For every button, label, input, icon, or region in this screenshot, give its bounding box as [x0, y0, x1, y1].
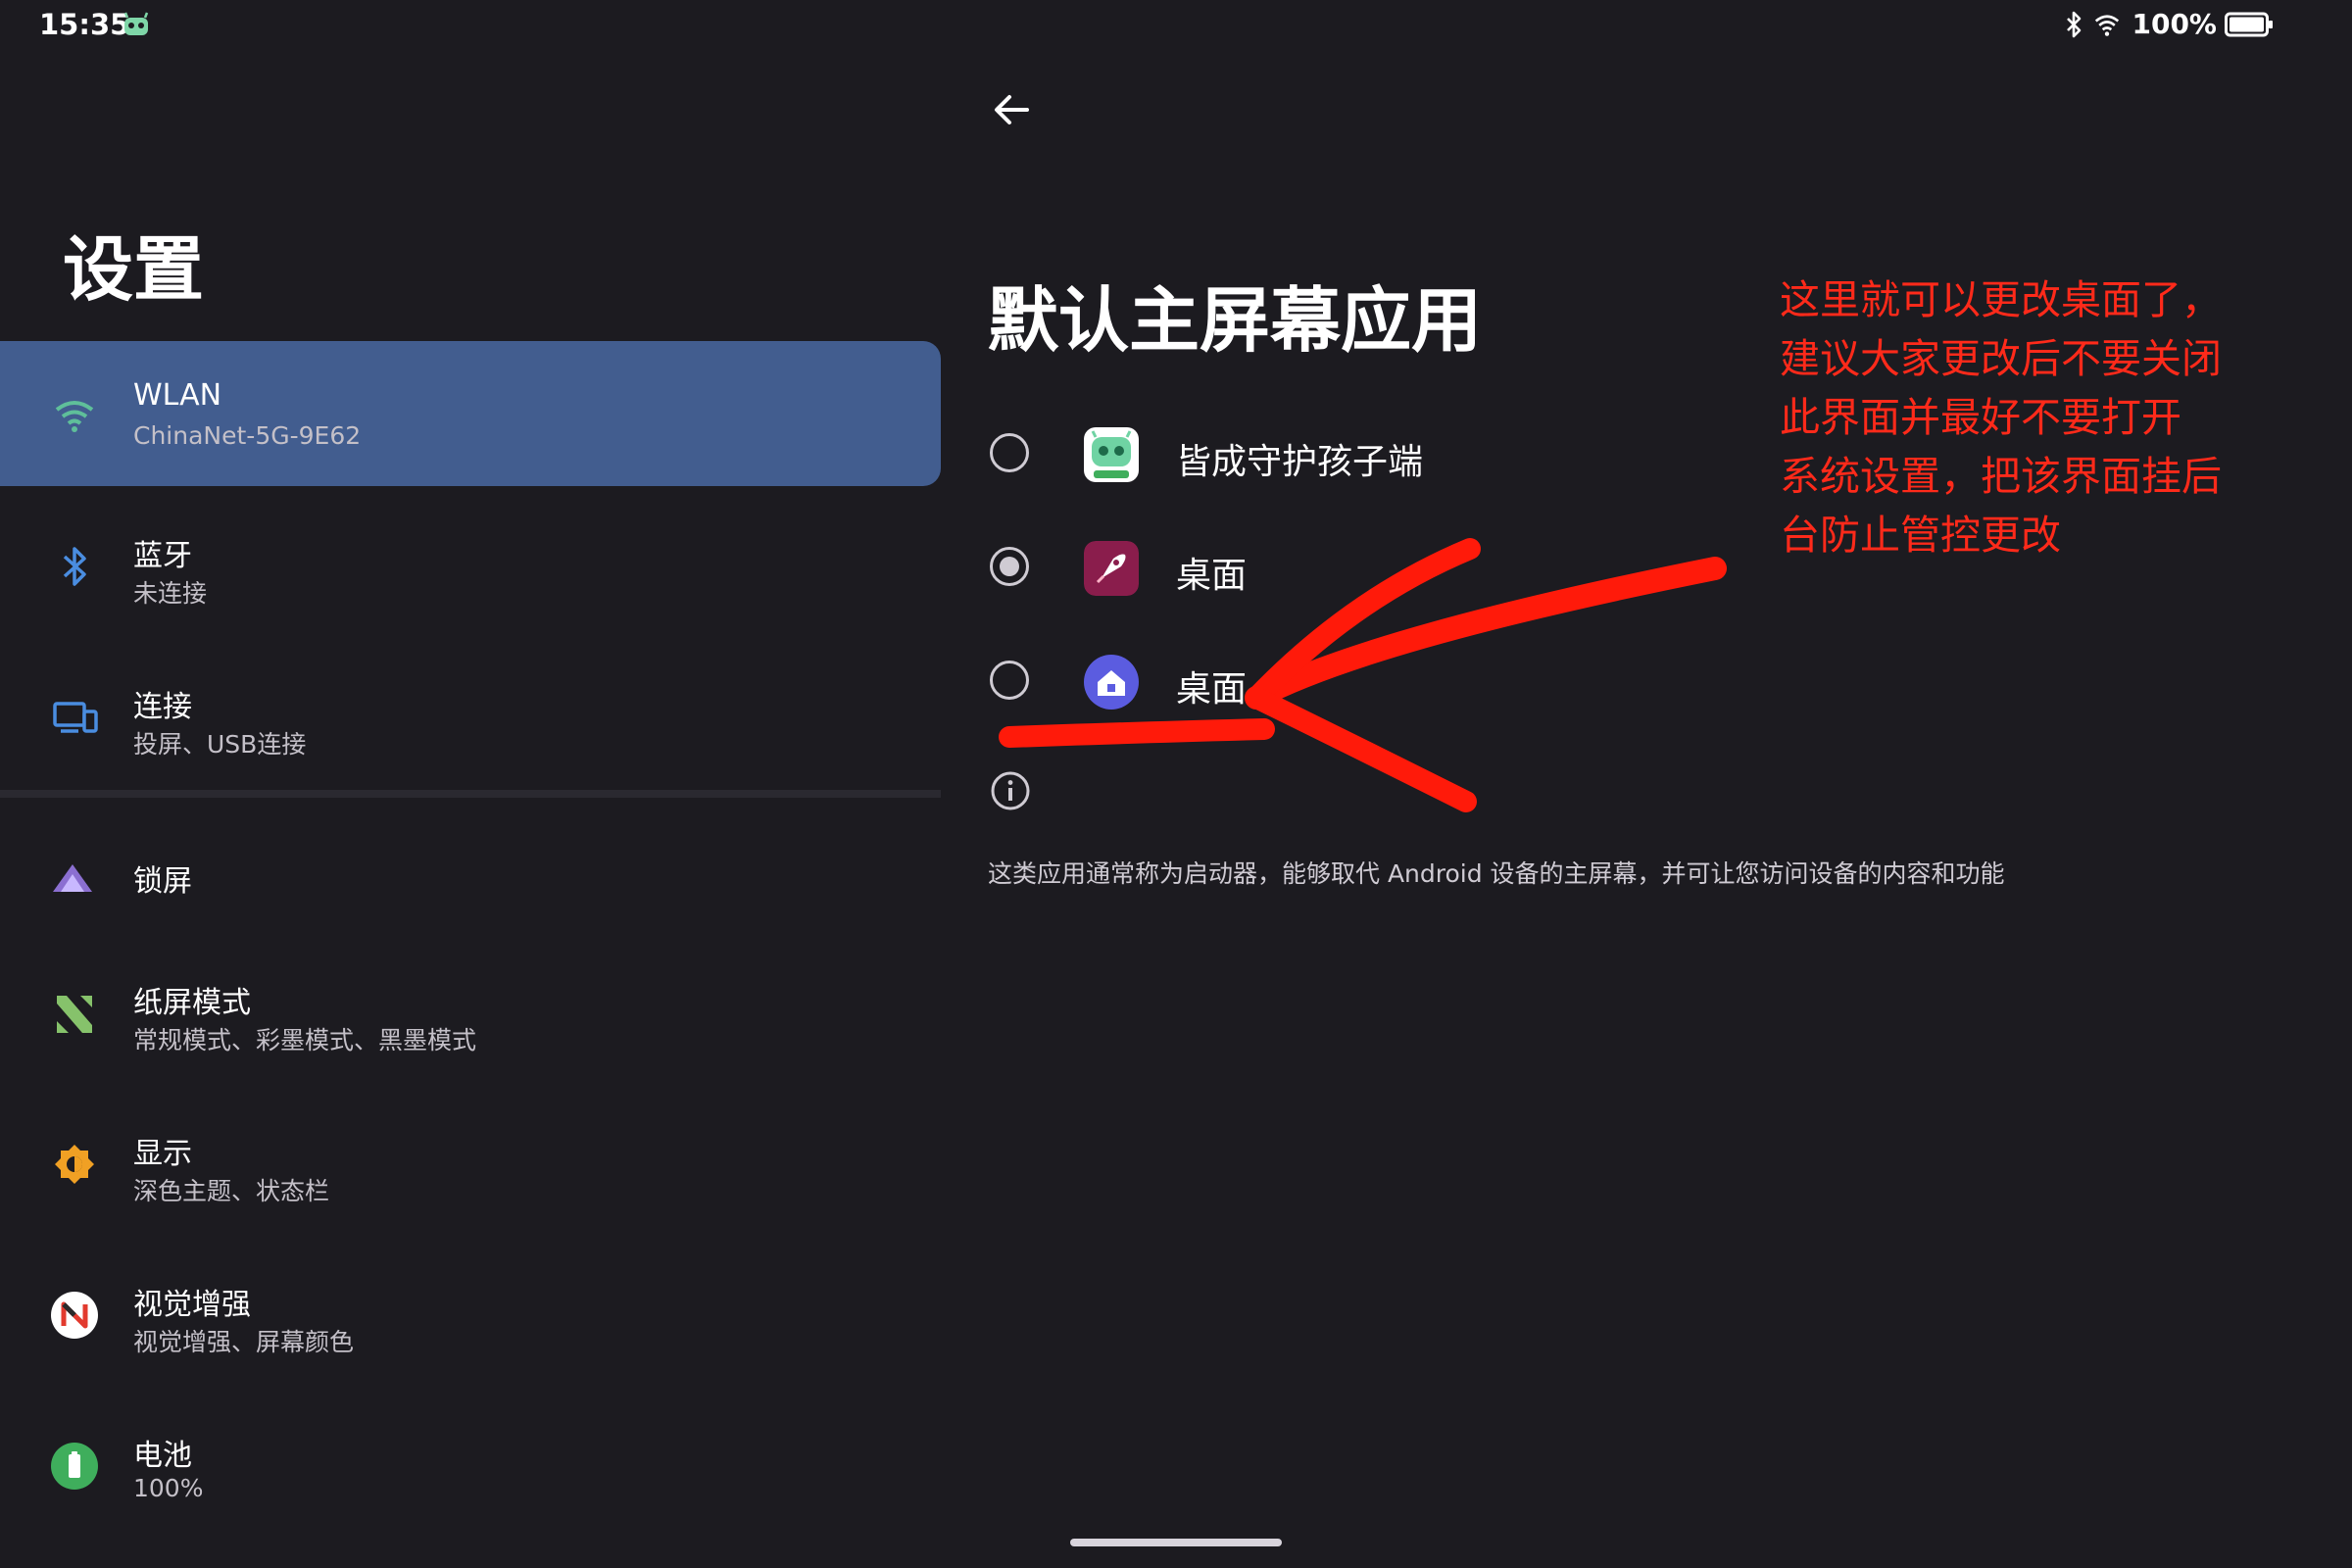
annotation-line: 这里就可以更改桌面了，: [1780, 276, 2222, 323]
battery-status-icon: [2225, 12, 2273, 36]
annotation-line: 此界面并最好不要打开: [1780, 394, 2181, 441]
option-launcher-home[interactable]: 桌面: [980, 631, 1529, 729]
annotation-note: 这里就可以更改桌面了， 建议大家更改后不要关闭 此界面并最好不要打开 系统设置，…: [1780, 270, 2289, 564]
sidebar-item-vision[interactable]: 视觉增强 视觉增强、屏幕颜色: [0, 1243, 941, 1388]
option-launcher-rocket[interactable]: 桌面: [980, 517, 1529, 615]
bluetooth-icon: [63, 547, 86, 586]
radio-button[interactable]: [990, 661, 1029, 700]
page-title: 默认主屏幕应用: [988, 279, 1483, 362]
sidebar-item-title: 锁屏: [133, 864, 192, 899]
home-launcher-icon: [1084, 655, 1139, 710]
sidebar-item-subtitle: 未连接: [133, 579, 208, 608]
sidebar-item-subtitle: 常规模式、彩墨模式、黑墨模式: [133, 1026, 477, 1054]
kid-guard-robot-icon: [123, 12, 149, 35]
devices-icon: [53, 702, 98, 733]
radio-button[interactable]: [990, 433, 1029, 472]
app-label: 桌面: [1176, 669, 1248, 710]
battery-percent: 100%: [2132, 8, 2217, 40]
option-kid-guard[interactable]: 皆成守护孩子端: [980, 404, 1529, 502]
radio-button-selected[interactable]: [990, 547, 1029, 586]
kid-guard-app-icon: [1084, 427, 1139, 482]
status-time: 15:35: [39, 8, 130, 41]
sidebar-item-title: 电池: [133, 1439, 192, 1473]
back-arrow-icon[interactable]: [988, 86, 1035, 133]
vision-enhance-icon: [51, 1292, 98, 1339]
paper-mode-icon: [57, 996, 92, 1033]
gesture-handle[interactable]: [1070, 1539, 1282, 1546]
annotation-line: 建议大家更改后不要关闭: [1780, 335, 2222, 382]
sidebar-divider: [0, 790, 941, 798]
sidebar-item-battery[interactable]: 电池 100%: [0, 1394, 941, 1539]
sidebar-item-bluetooth[interactable]: 蓝牙 未连接: [0, 494, 941, 639]
sidebar-item-subtitle: 100%: [133, 1474, 204, 1502]
status-right: 100%: [2061, 8, 2274, 40]
lockscreen-icon: [53, 864, 92, 892]
battery-icon: [51, 1443, 98, 1490]
app-label: 皆成守护孩子端: [1176, 442, 1424, 482]
sidebar-item-title: 蓝牙: [133, 539, 192, 573]
display-icon: [55, 1145, 94, 1184]
sidebar-item-paper-mode[interactable]: 纸屏模式 常规模式、彩墨模式、黑墨模式: [0, 941, 941, 1086]
wifi-icon: [2095, 14, 2120, 36]
screen: 15:35 100% 设置 WLAN ChinaNet-5G-9E62 蓝牙 未…: [0, 0, 2352, 1568]
sidebar-item-display[interactable]: 显示 深色主题、状态栏: [0, 1092, 941, 1237]
annotation-line: 系统设置，把该界面挂后: [1780, 453, 2222, 500]
sidebar-item-title: WLAN: [133, 378, 222, 413]
sidebar-item-title: 连接: [133, 690, 192, 724]
sidebar-item-connection[interactable]: 连接 投屏、USB连接: [0, 645, 941, 790]
sidebar-item-subtitle: 视觉增强、屏幕颜色: [133, 1328, 355, 1356]
info-icon: [991, 771, 1030, 810]
bluetooth-icon: [2067, 11, 2082, 37]
settings-title: 设置: [63, 228, 205, 311]
sidebar-item-subtitle: 深色主题、状态栏: [133, 1177, 330, 1205]
sidebar-item-wlan[interactable]: WLAN ChinaNet-5G-9E62: [0, 341, 941, 486]
sidebar-item-lockscreen[interactable]: 锁屏: [0, 806, 941, 951]
status-bar: 15:35 100%: [0, 0, 2352, 51]
sidebar-item-subtitle: 投屏、USB连接: [133, 730, 307, 759]
description-text: 这类应用通常称为启动器，能够取代 Android 设备的主屏幕，并可让您访问设备…: [988, 859, 2005, 888]
sidebar-item-title: 纸屏模式: [133, 986, 251, 1020]
sidebar-item-title: 视觉增强: [133, 1288, 251, 1322]
app-label: 桌面: [1176, 556, 1248, 596]
annotation-line: 台防止管控更改: [1780, 512, 2061, 559]
sidebar-item-subtitle: ChinaNet-5G-9E62: [133, 421, 362, 450]
rocket-launcher-icon: [1084, 541, 1139, 596]
wifi-icon: [55, 401, 94, 432]
sidebar-item-title: 显示: [133, 1137, 192, 1171]
